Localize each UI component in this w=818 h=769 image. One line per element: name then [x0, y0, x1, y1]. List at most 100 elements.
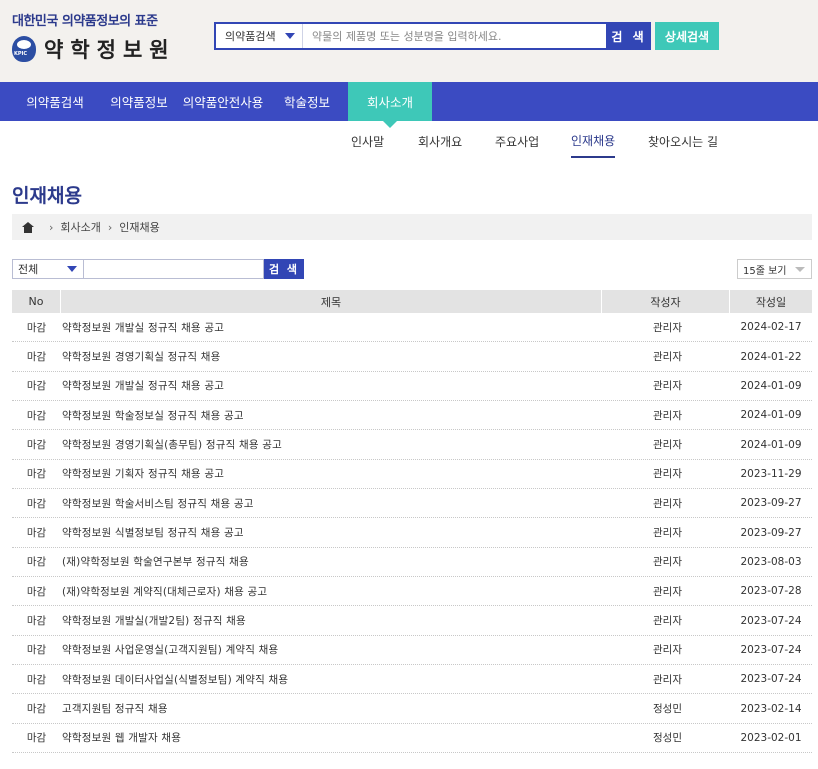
row-author: 관리자 — [653, 321, 682, 334]
row-title-link[interactable]: 약학정보원 경영기획실 정규직 채용 — [61, 342, 602, 370]
row-status: 마감 — [26, 468, 47, 481]
row-author: 관리자 — [653, 439, 682, 452]
breadcrumb-item-company[interactable]: 회사소개 — [60, 219, 100, 235]
chevron-down-icon — [67, 266, 77, 272]
col-header-author: 작성자 — [602, 290, 730, 313]
row-title-link[interactable]: 약학정보원 개발실 정규직 채용 공고 — [61, 313, 602, 341]
row-status: 마감 — [26, 732, 47, 745]
table-row[interactable]: 마감 고객지원팀 정규직 채용 정성민 2023-02-14 — [12, 694, 812, 724]
table-row[interactable]: 마감 약학정보원 학술서비스팀 정규직 채용 공고 관리자 2023-09-27 — [12, 489, 812, 519]
row-author: 정성민 — [653, 732, 682, 745]
row-date: 2023-07-24 — [740, 643, 802, 656]
row-title-link[interactable]: 약학정보원 데이터사업실(식별정보팀) 계약직 채용 — [61, 665, 602, 693]
page-size-value: 15줄 보기 — [743, 265, 787, 277]
row-author: 관리자 — [653, 497, 682, 510]
table-row[interactable]: 마감 약학정보원 개발실(개발2팀) 정규직 채용 관리자 2023-07-24 — [12, 606, 812, 636]
row-title-link[interactable]: 약학정보원 학술서비스팀 정규직 채용 공고 — [61, 489, 602, 517]
page-title: 인재채용 — [12, 185, 82, 207]
row-author: 관리자 — [653, 468, 682, 481]
row-status: 마감 — [26, 703, 47, 716]
nav-item-drug-search[interactable]: 의약품검색 — [12, 82, 98, 121]
table-row[interactable]: 마감 약학정보원 식별정보팀 정규직 채용 공고 관리자 2023-09-27 — [12, 518, 812, 548]
detail-search-button[interactable]: 상세검색 — [655, 22, 719, 50]
row-date: 2023-07-28 — [740, 585, 802, 598]
col-header-date: 작성일 — [755, 295, 787, 309]
table-row[interactable]: 마감 약학정보원 학술정보실 정규직 채용 공고 관리자 2024-01-09 — [12, 401, 812, 431]
board-scope-select[interactable]: 전체 — [12, 259, 84, 279]
row-date: 2024-01-09 — [740, 409, 802, 422]
breadcrumb: › 회사소개 › 인재채용 — [12, 214, 812, 240]
row-date: 2023-02-14 — [740, 702, 802, 715]
subnav-item-overview[interactable]: 회사개요 — [418, 124, 462, 158]
row-author: 관리자 — [653, 644, 682, 657]
row-status: 마감 — [26, 644, 47, 657]
board-scope-value: 전체 — [18, 263, 39, 276]
chevron-right-icon: › — [107, 220, 113, 234]
row-title-link[interactable]: (재)약학정보원 계약직(대체근로자) 채용 공고 — [61, 577, 602, 605]
row-status: 마감 — [26, 380, 47, 393]
row-author: 관리자 — [653, 585, 682, 598]
nav-item-drug-safety[interactable]: 의약품안전사용 — [180, 82, 266, 121]
col-header-title: 제목 — [61, 290, 602, 313]
board-search-button[interactable]: 검 색 — [264, 259, 304, 279]
table-row[interactable]: 마감 (재)약학정보원 학술연구본부 정규직 채용 관리자 2023-08-03 — [12, 548, 812, 578]
row-title-link[interactable]: 약학정보원 식별정보팀 정규직 채용 공고 — [61, 518, 602, 546]
subnav-item-greeting[interactable]: 인사말 — [351, 124, 384, 158]
row-title-link[interactable]: 약학정보원 경영기획실(총무팀) 정규직 채용 공고 — [61, 430, 602, 458]
table-row[interactable]: 마감 약학정보원 경영기획실 정규직 채용 관리자 2024-01-22 — [12, 342, 812, 372]
row-title-link[interactable]: 약학정보원 개발실(개발2팀) 정규직 채용 — [61, 606, 602, 634]
site-brand-name: 약학정보원 — [44, 37, 176, 62]
row-date: 2023-02-01 — [740, 731, 802, 744]
row-title-link[interactable]: 고객지원팀 정규직 채용 — [61, 694, 602, 722]
main-nav: 의약품검색 의약품정보 의약품안전사용 학술정보 회사소개 — [0, 82, 818, 128]
row-status: 마감 — [26, 351, 47, 364]
search-category-select[interactable]: 의약품검색 — [216, 24, 303, 48]
chevron-right-icon: › — [49, 220, 54, 234]
table-row[interactable]: 마감 약학정보원 개발실 정규직 채용 공고 관리자 2024-01-09 — [12, 372, 812, 402]
row-title-link[interactable]: 약학정보원 웹 개발자 채용 — [61, 724, 602, 752]
row-author: 정성민 — [653, 703, 682, 716]
site-header: 대한민국 의약품정보의 표준 약학정보원 의약품검색 검 색 상세검색 — [0, 0, 818, 82]
breadcrumb-item-recruit[interactable]: 인재채용 — [119, 219, 159, 235]
row-title-link[interactable]: (재)약학정보원 학술연구본부 정규직 채용 — [61, 548, 602, 576]
table-header: No 제목 작성자 작성일 — [12, 290, 812, 313]
table-row[interactable]: 마감 약학정보원 웹 개발자 채용 정성민 2023-02-01 — [12, 724, 812, 754]
row-title-link[interactable]: 약학정보원 기획자 정규직 채용 공고 — [61, 460, 602, 488]
site-tagline: 대한민국 의약품정보의 표준 — [12, 14, 158, 29]
drug-search-box: 의약품검색 — [214, 22, 608, 50]
table-row[interactable]: 마감 약학정보원 데이터사업실(식별정보팀) 계약직 채용 관리자 2023-07-2… — [12, 665, 812, 695]
logo-emblem-icon — [12, 36, 36, 62]
row-status: 마감 — [26, 615, 47, 628]
table-row[interactable]: 마감 (재)약학정보원 계약직(대체근로자) 채용 공고 관리자 2023-07-28 — [12, 577, 812, 607]
site-logo[interactable]: 약학정보원 — [12, 34, 176, 64]
subnav-item-recruit[interactable]: 인재채용 — [571, 124, 616, 158]
nav-item-academic[interactable]: 학술정보 — [266, 82, 348, 121]
subnav-item-location[interactable]: 찾아오시는 길 — [648, 124, 718, 158]
row-title-link[interactable]: 약학정보원 학술정보실 정규직 채용 공고 — [61, 401, 602, 429]
row-status: 마감 — [26, 585, 47, 598]
row-author: 관리자 — [653, 615, 682, 628]
search-button[interactable]: 검 색 — [607, 22, 651, 50]
row-title-link[interactable]: 약학정보원 개발실 정규직 채용 공고 — [61, 372, 602, 400]
table-row[interactable]: 마감 약학정보원 기획자 정규직 채용 공고 관리자 2023-11-29 — [12, 460, 812, 490]
row-author: 관리자 — [653, 380, 682, 393]
nav-item-company[interactable]: 회사소개 — [348, 82, 432, 128]
row-author: 관리자 — [653, 527, 682, 540]
row-title-link[interactable]: 약학정보원 사업운영실(고객지원팀) 계약직 채용 — [61, 636, 602, 664]
home-icon[interactable] — [22, 221, 34, 233]
row-status: 마감 — [26, 673, 47, 686]
row-status: 마감 — [26, 409, 47, 422]
drug-search-input[interactable] — [303, 24, 606, 48]
row-date: 2023-11-29 — [740, 467, 802, 480]
board-search-input[interactable] — [83, 259, 264, 279]
row-date: 2024-01-09 — [740, 438, 802, 451]
table-row[interactable]: 마감 약학정보원 경영기획실(총무팀) 정규직 채용 공고 관리자 2024-01-0… — [12, 430, 812, 460]
nav-item-drug-info[interactable]: 의약품정보 — [98, 82, 180, 121]
table-row[interactable]: 마감 약학정보원 사업운영실(고객지원팀) 계약직 채용 관리자 2023-07-24 — [12, 636, 812, 666]
subnav-item-business[interactable]: 주요사업 — [495, 124, 539, 158]
row-date: 2023-08-03 — [740, 555, 802, 568]
row-status: 마감 — [26, 321, 47, 334]
table-row[interactable]: 마감 약학정보원 개발실 정규직 채용 공고 관리자 2024-02-17 — [12, 313, 812, 343]
row-author: 관리자 — [653, 351, 682, 364]
page-size-select[interactable]: 15줄 보기 — [737, 259, 812, 279]
